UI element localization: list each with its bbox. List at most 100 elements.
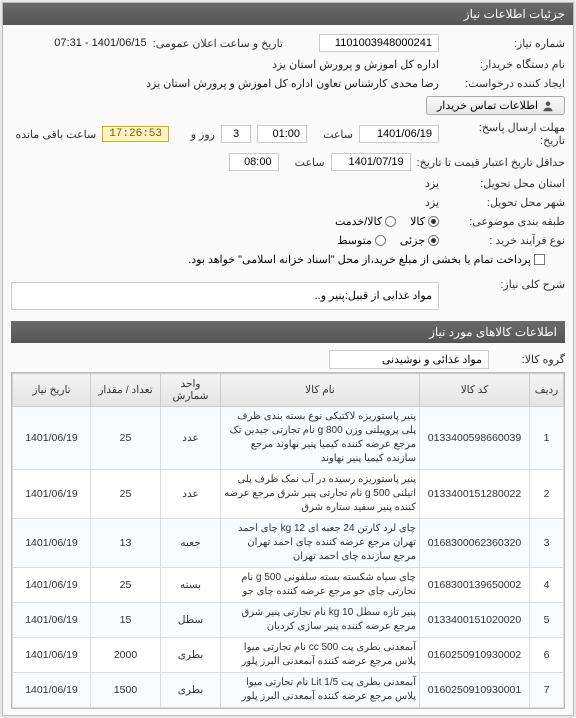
buyer-value: اداره کل اموزش و پرورش استان یزد <box>272 58 439 71</box>
cell-date: 1401/06/19 <box>13 407 91 470</box>
th-row: ردیف <box>530 374 564 407</box>
table-row[interactable]: 40168300139650002چای سیاه شکسته بسته سلف… <box>13 568 564 603</box>
cell-code: 0133400151280022 <box>420 470 530 519</box>
cell-code: 0160250910930001 <box>420 673 530 708</box>
cell-qty: 25 <box>91 568 161 603</box>
pay-checkbox[interactable]: پرداخت تمام یا بخشی از مبلغ خرید،از محل … <box>188 253 545 266</box>
row-delivery-city: شهر محل تحویل: یزد <box>11 193 565 212</box>
row-subject-cat: طبقه بندی موضوعی: کالا کالا/خدمت <box>11 212 565 231</box>
radio-goods-label: کالا <box>410 215 425 228</box>
row-credit: حداقل تاریخ اعتبار قیمت تا تاریخ: 1401/0… <box>11 150 565 174</box>
cell-row: 7 <box>530 673 564 708</box>
delivery-state-value: یزد <box>425 177 439 190</box>
row-need-desc: شرح کلی نیاز: مواد غذایی از قبیل:پنیر و.… <box>11 275 565 317</box>
requester-label: ایجاد کننده درخواست: <box>445 77 565 90</box>
remain-timer: 17:26:53 <box>102 126 169 142</box>
cell-name: پنیر تازه سطل kg 10 نام تجارتی پنیر شرق … <box>221 603 420 638</box>
cell-unit: بطری <box>161 638 221 673</box>
cell-name: آبمعدنی بطری پت Lit 1/5 نام تجارتی میوا … <box>221 673 420 708</box>
radio-goods[interactable]: کالا <box>410 215 439 228</box>
th-qty: تعداد / مقدار <box>91 374 161 407</box>
radio-dot-icon <box>428 216 439 227</box>
cell-code: 0168300139650002 <box>420 568 530 603</box>
remain-label: ساعت باقی مانده <box>15 128 96 141</box>
delivery-city-value: یزد <box>425 196 439 209</box>
contact-buyer-label: اطلاعات تماس خریدار <box>437 99 538 112</box>
cell-date: 1401/06/19 <box>13 638 91 673</box>
subject-radio-group: کالا کالا/خدمت <box>335 215 439 228</box>
subject-cat-label: طبقه بندی موضوعی: <box>445 215 565 228</box>
deadline-label: مهلت ارسال پاسخ: تاریخ: <box>445 121 565 147</box>
th-date: تاریخ نیاز <box>13 374 91 407</box>
cell-code: 0133400151020020 <box>420 603 530 638</box>
cell-qty: 15 <box>91 603 161 638</box>
cell-row: 3 <box>530 519 564 568</box>
need-number-label: شماره نیاز: <box>445 37 565 50</box>
cell-unit: بطری <box>161 673 221 708</box>
delivery-city-label: شهر محل تحویل: <box>445 196 565 209</box>
process-label: نوع فرآیند خرید : <box>445 234 565 247</box>
table-body: 10133400598660039پنیر پاستوریزه لاکتیکی … <box>13 407 564 708</box>
need-number-value: 1101003948000241 <box>319 34 439 52</box>
contact-buyer-button[interactable]: اطلاعات تماس خریدار <box>426 96 565 115</box>
radio-service[interactable]: کالا/خدمت <box>335 215 396 228</box>
user-icon <box>542 100 554 112</box>
cell-name: چای لرد کارتن 24 جعبه ای kg 12 چای احمد … <box>221 519 420 568</box>
cell-name: چای سیاه شکسته بسته سلفونی g 500 نام تجا… <box>221 568 420 603</box>
credit-date: 1401/07/19 <box>331 153 411 171</box>
day-label: روز و <box>175 128 215 141</box>
radio-minor[interactable]: جزئی <box>400 234 439 247</box>
cell-name: پنیر پاستوریزه رسیده در آب نمک ظرف پلی ا… <box>221 470 420 519</box>
cell-qty: 13 <box>91 519 161 568</box>
group-value: مواد غذائی و نوشیدنی <box>329 350 489 369</box>
public-time-label: تاریخ و ساعت اعلان عمومی: <box>153 37 283 50</box>
table-row[interactable]: 20133400151280022پنیر پاستوریزه رسیده در… <box>13 470 564 519</box>
cell-code: 0160250910930002 <box>420 638 530 673</box>
table-header-row: ردیف کد کالا نام کالا واحد شمارش تعداد /… <box>13 374 564 407</box>
credit-label: حداقل تاریخ اعتبار قیمت تا تاریخ: <box>417 156 565 169</box>
radio-service-label: کالا/خدمت <box>335 215 382 228</box>
table-row[interactable]: 60160250910930002آبمعدنی بطری پت cc 500 … <box>13 638 564 673</box>
deadline-date: 1401/06/19 <box>359 125 439 143</box>
radio-dot-icon <box>385 216 396 227</box>
cell-row: 1 <box>530 407 564 470</box>
table-row[interactable]: 10133400598660039پنیر پاستوریزه لاکتیکی … <box>13 407 564 470</box>
public-time-value: 1401/06/15 - 07:31 <box>54 37 146 49</box>
cell-date: 1401/06/19 <box>13 568 91 603</box>
cell-row: 2 <box>530 470 564 519</box>
table-row[interactable]: 50133400151020020پنیر تازه سطل kg 10 نام… <box>13 603 564 638</box>
th-name: نام کالا <box>221 374 420 407</box>
requester-value: رضا محدی کارشناس تعاون اداره کل اموزش و … <box>146 77 439 90</box>
deadline-hour-label: ساعت <box>313 128 353 141</box>
table-row[interactable]: 70160250910930001آبمعدنی بطری پت Lit 1/5… <box>13 673 564 708</box>
cell-date: 1401/06/19 <box>13 603 91 638</box>
group-label: گروه کالا: <box>495 353 565 366</box>
cell-row: 4 <box>530 568 564 603</box>
need-desc-label: شرح کلی نیاز: <box>445 278 565 291</box>
cell-qty: 25 <box>91 470 161 519</box>
buyer-label: نام دستگاه خریدار: <box>445 58 565 71</box>
credit-hour-label: ساعت <box>285 156 325 169</box>
cell-qty: 25 <box>91 407 161 470</box>
cell-code: 0133400598660039 <box>420 407 530 470</box>
radio-mid-label: متوسط <box>337 234 372 247</box>
th-code: کد کالا <box>420 374 530 407</box>
cell-unit: عدد <box>161 470 221 519</box>
remain-days: 3 <box>221 125 251 143</box>
cell-qty: 1500 <box>91 673 161 708</box>
table-row[interactable]: 30168300062360320چای لرد کارتن 24 جعبه ا… <box>13 519 564 568</box>
goods-section-title: اطلاعات کالاهای مورد نیاز <box>11 321 565 343</box>
cell-row: 5 <box>530 603 564 638</box>
pay-note-label: پرداخت تمام یا بخشی از مبلغ خرید،از محل … <box>188 253 531 266</box>
radio-minor-label: جزئی <box>400 234 425 247</box>
goods-table: ردیف کد کالا نام کالا واحد شمارش تعداد /… <box>12 373 564 708</box>
cell-date: 1401/06/19 <box>13 673 91 708</box>
cell-code: 0168300062360320 <box>420 519 530 568</box>
cell-name: آبمعدنی بطری پت cc 500 نام تجارتی میوا پ… <box>221 638 420 673</box>
cell-unit: بسته <box>161 568 221 603</box>
cell-qty: 2000 <box>91 638 161 673</box>
cell-unit: جعبه <box>161 519 221 568</box>
cell-unit: سطل <box>161 603 221 638</box>
row-need-number: شماره نیاز: 1101003948000241 تاریخ و ساع… <box>11 31 565 55</box>
radio-mid[interactable]: متوسط <box>337 234 386 247</box>
